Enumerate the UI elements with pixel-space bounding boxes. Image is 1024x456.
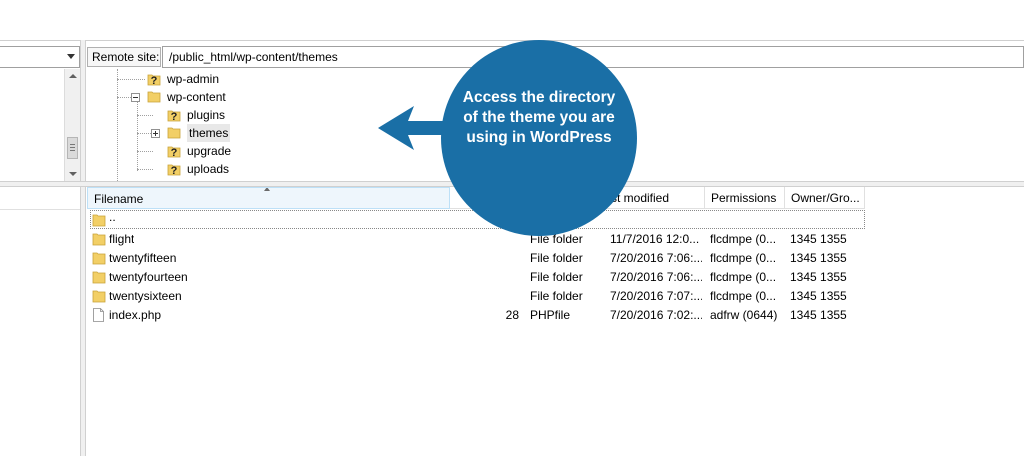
local-list-header <box>0 187 80 210</box>
column-header-permissions[interactable]: Permissions <box>705 187 785 209</box>
column-header-label: Owner/Gro... <box>791 191 860 205</box>
table-row[interactable]: twentyfifteen File folder 7/20/2016 7:06… <box>87 249 1024 268</box>
svg-text:?: ? <box>171 147 178 158</box>
file-icon <box>93 308 104 322</box>
table-row[interactable]: index.php 28 PHPfile 7/20/2016 7:02:... … <box>87 306 1024 325</box>
column-header-filename[interactable]: Filename <box>87 187 450 209</box>
callout-text: Access the directory of the theme you ar… <box>462 89 616 146</box>
remote-site-label: Remote site: <box>87 47 161 67</box>
cell-owner: 1345 1355 <box>790 251 847 265</box>
folder-icon <box>92 252 106 265</box>
pane-splitter-vertical[interactable] <box>80 40 86 456</box>
cell-permissions: flcdmpe (0... <box>710 251 777 265</box>
cell-permissions: flcdmpe (0... <box>710 270 777 284</box>
local-tree-scrollbar[interactable] <box>64 69 80 181</box>
cell-filename: twentyfourteen <box>109 270 188 284</box>
folder-icon <box>167 127 181 139</box>
folder-icon <box>92 271 106 284</box>
svg-text:?: ? <box>151 75 158 86</box>
cell-owner: 1345 1355 <box>790 232 847 246</box>
cell-modified: 7/20/2016 7:07:... <box>610 289 702 303</box>
cell-filename: index.php <box>109 308 162 322</box>
table-row[interactable]: twentyfourteen File folder 7/20/2016 7:0… <box>87 268 1024 287</box>
column-header-label: Permissions <box>711 191 777 205</box>
cell-owner: 1345 1355 <box>790 270 847 284</box>
cell-filename: twentyfifteen <box>109 251 177 265</box>
tree-item-label: upgrade <box>187 144 232 158</box>
sort-ascending-icon <box>264 188 270 191</box>
tree-item-label: themes <box>187 124 231 142</box>
folder-open-icon <box>147 91 161 103</box>
cell-filesize: 28 <box>505 308 519 322</box>
folder-icon <box>92 290 106 303</box>
cell-filetype: PHPfile <box>530 308 571 322</box>
cell-filetype: File folder <box>530 270 583 284</box>
unknown-folder-icon: ? <box>147 74 161 86</box>
unknown-folder-icon: ? <box>167 110 181 122</box>
cell-modified: 7/20/2016 7:02:... <box>610 308 702 322</box>
cell-filename: flight <box>109 232 135 246</box>
tree-item-label: wp-admin <box>167 72 220 86</box>
scroll-thumb[interactable] <box>67 137 78 159</box>
annotation-callout: Access the directory of the theme you ar… <box>441 40 637 236</box>
table-row[interactable]: twentysixteen File folder 7/20/2016 7:07… <box>87 287 1024 306</box>
scroll-down-icon[interactable] <box>69 172 77 176</box>
tree-item-label: wp-content <box>167 90 226 104</box>
tree-item-label: uploads <box>187 162 230 176</box>
cell-filetype: File folder <box>530 251 583 265</box>
local-site-dropdown[interactable] <box>0 46 80 68</box>
pointer-arrow-icon <box>378 106 450 150</box>
cell-modified: 7/20/2016 7:06:... <box>610 251 702 265</box>
cell-modified: 11/7/2016 12:0... <box>610 232 700 246</box>
collapse-toggle-icon[interactable] <box>131 93 140 102</box>
cell-owner: 1345 1355 <box>790 289 847 303</box>
cell-permissions: adfrw (0644) <box>710 308 778 322</box>
cell-filetype: File folder <box>530 289 583 303</box>
cell-filename: twentysixteen <box>109 289 182 303</box>
unknown-folder-icon: ? <box>167 164 181 176</box>
cell-permissions: flcdmpe (0... <box>710 232 777 246</box>
folder-icon <box>92 233 106 246</box>
toolbar-area <box>0 0 1024 41</box>
chevron-down-icon[interactable] <box>67 54 75 59</box>
unknown-folder-icon: ? <box>167 146 181 158</box>
column-header-owner[interactable]: Owner/Gro... <box>785 187 865 209</box>
column-header-label: Filename <box>94 192 144 206</box>
cell-modified: 7/20/2016 7:06:... <box>610 270 702 284</box>
scroll-up-icon[interactable] <box>69 74 77 78</box>
cell-owner: 1345 1355 <box>790 308 847 322</box>
tree-item-label: plugins <box>187 108 226 122</box>
expand-toggle-icon[interactable] <box>151 129 160 138</box>
cell-permissions: flcdmpe (0... <box>710 289 777 303</box>
svg-text:?: ? <box>171 111 178 122</box>
svg-text:?: ? <box>171 165 178 176</box>
local-file-list <box>0 187 80 456</box>
